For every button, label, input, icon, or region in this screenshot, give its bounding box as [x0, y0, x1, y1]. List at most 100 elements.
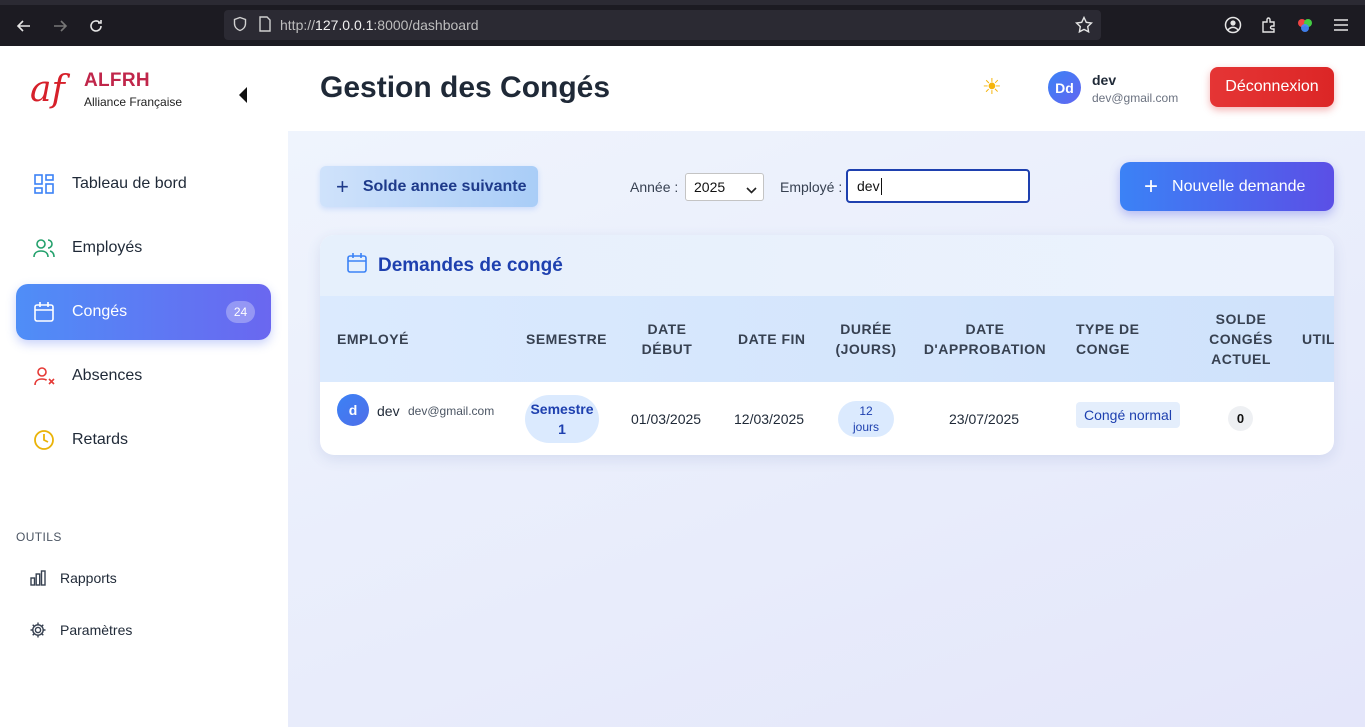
header-line: CONGE [1076, 341, 1130, 357]
plus-icon: + [336, 173, 349, 199]
sidebar-item-label: Tableau de bord [72, 175, 187, 192]
browser-toolbar: http://127.0.0.1:8000/dashboard [0, 0, 1365, 46]
sidebar-item-absences[interactable]: Absences [16, 348, 271, 404]
cell-date-approbation: 23/07/2025 [949, 411, 1020, 427]
column-header-date-approbation[interactable]: DATE D'APPROBATION [918, 319, 1052, 359]
semester-line: Semestre [530, 401, 594, 417]
bookmark-star-icon[interactable] [1074, 15, 1094, 37]
column-header-type-conge[interactable]: TYPE DE CONGE [1076, 319, 1139, 359]
header-line: TYPE DE [1076, 321, 1140, 337]
solde-next-year-button[interactable]: + Solde annee suivante [320, 166, 538, 207]
users-icon [32, 236, 56, 260]
brand-subtitle: Alliance Française [84, 95, 183, 109]
new-request-label: Nouvelle demande [1172, 177, 1306, 195]
settings-icon [28, 620, 48, 640]
sidebar-item-tableau-de-bord[interactable]: Tableau de bord [16, 156, 271, 212]
new-request-button[interactable]: + Nouvelle demande [1120, 162, 1334, 211]
count-badge: 24 [226, 301, 255, 323]
brand-title: ALFRH [84, 70, 150, 91]
calendar-icon [346, 252, 368, 279]
sidebar-item-parametres[interactable]: Paramètres [28, 620, 132, 640]
reload-icon[interactable] [78, 8, 114, 44]
sidebar-item-conges[interactable]: Congés 24 [16, 284, 271, 340]
plus-icon: + [1144, 172, 1159, 200]
user-email: dev@gmail.com [1092, 91, 1179, 105]
header-line: ACTUEL [1211, 351, 1271, 367]
header-line: DATE [647, 321, 687, 337]
collapse-sidebar-icon[interactable] [238, 86, 252, 104]
column-header-semestre[interactable]: SEMESTRE [526, 329, 607, 349]
page-icon [258, 15, 272, 35]
extensions-icon[interactable] [1255, 11, 1283, 39]
shield-icon [232, 16, 248, 35]
dashboard-icon [32, 172, 56, 196]
table-header: EMPLOYÉ SEMESTRE DATE DÉBUT DATE FIN DUR… [320, 296, 1334, 382]
header-line: CONGÉS [1209, 331, 1273, 347]
brand[interactable]: af ALFRH Alliance Française [30, 70, 182, 109]
tools-section-label: OUTILS [16, 530, 62, 544]
employee-email: dev@gmail.com [408, 404, 495, 418]
header-line: SOLDE [1215, 311, 1267, 327]
avatar: d [337, 394, 369, 426]
account-icon[interactable] [1219, 11, 1247, 39]
column-header-date-debut[interactable]: DATE DÉBUT [620, 319, 714, 359]
back-icon[interactable] [6, 8, 42, 44]
employee-search-input[interactable]: dev [846, 169, 1030, 203]
sun-icon[interactable]: ☀ [982, 75, 1002, 99]
sidebar-item-label: Absences [72, 367, 143, 384]
cell-date-fin: 12/03/2025 [734, 411, 805, 427]
card-header: Demandes de congé [320, 235, 1334, 296]
duration-badge: 12 jours [838, 401, 894, 437]
header-line: DÉBUT [641, 341, 693, 357]
leave-requests-card: Demandes de congé EMPLOYÉ SEMESTRE DATE … [320, 235, 1334, 455]
header-line: DATE [965, 321, 1005, 337]
sidebar: af ALFRH Alliance Française Tableau de b… [0, 46, 288, 727]
bar-chart-icon [28, 568, 48, 588]
duration-line: 12 [859, 404, 873, 418]
color-extension-icon[interactable] [1291, 11, 1319, 39]
column-header-util[interactable]: UTIL [1302, 329, 1334, 349]
forward-icon[interactable] [42, 8, 78, 44]
balance-badge: 0 [1228, 406, 1253, 431]
cell-date-debut: 01/03/2025 [631, 411, 702, 427]
page-title: Gestion des Congés [320, 71, 611, 104]
header-line: D'APPROBATION [923, 341, 1047, 357]
user-x-icon [32, 364, 56, 388]
url-host: 127.0.0.1 [315, 17, 374, 33]
employee-name: dev [377, 403, 400, 419]
column-header-solde[interactable]: SOLDE CONGÉS ACTUEL [1200, 309, 1282, 369]
column-header-date-fin[interactable]: DATE FIN [738, 329, 806, 349]
sidebar-item-rapports[interactable]: Rapports [28, 568, 117, 588]
url-path: :8000/dashboard [373, 17, 479, 33]
sidebar-item-label: Retards [72, 431, 129, 448]
year-label: Année : [630, 179, 679, 195]
brand-logo: af [30, 68, 65, 110]
address-bar[interactable]: http://127.0.0.1:8000/dashboard [224, 10, 1101, 40]
column-header-duree[interactable]: DURÉE (JOURS) [826, 319, 906, 359]
duration-line: jours [852, 420, 879, 434]
url-prefix: http:// [280, 17, 316, 33]
clock-icon [32, 428, 56, 452]
sidebar-item-retards[interactable]: Retards [16, 412, 271, 468]
tool-item-label: Rapports [60, 570, 117, 586]
app-menu-icon[interactable] [1327, 11, 1355, 39]
user-name: dev [1092, 72, 1117, 88]
employee-input-value: dev [857, 178, 880, 194]
avatar[interactable]: Dd [1048, 71, 1081, 104]
sidebar-item-label: Employés [72, 239, 143, 256]
column-header-employe[interactable]: EMPLOYÉ [337, 329, 409, 349]
sidebar-item-label: Congés [72, 303, 128, 320]
card-title: Demandes de congé [378, 254, 563, 276]
table-row[interactable]: d dev dev@gmail.com Semestre 1 01/03/202… [320, 382, 1334, 455]
leave-type-badge: Congé normal [1076, 402, 1180, 428]
header-line: (JOURS) [835, 341, 897, 357]
semester-line: 1 [558, 421, 566, 437]
calendar-icon [32, 300, 56, 324]
tool-item-label: Paramètres [60, 622, 133, 638]
sidebar-item-employes[interactable]: Employés [16, 220, 271, 276]
text-cursor [880, 177, 882, 195]
top-header: Gestion des Congés ☀ Dd dev dev@gmail.co… [288, 46, 1365, 131]
year-select[interactable]: 2025 [685, 173, 764, 201]
employee-label: Employé : [780, 179, 843, 195]
logout-button[interactable]: Déconnexion [1210, 67, 1334, 107]
